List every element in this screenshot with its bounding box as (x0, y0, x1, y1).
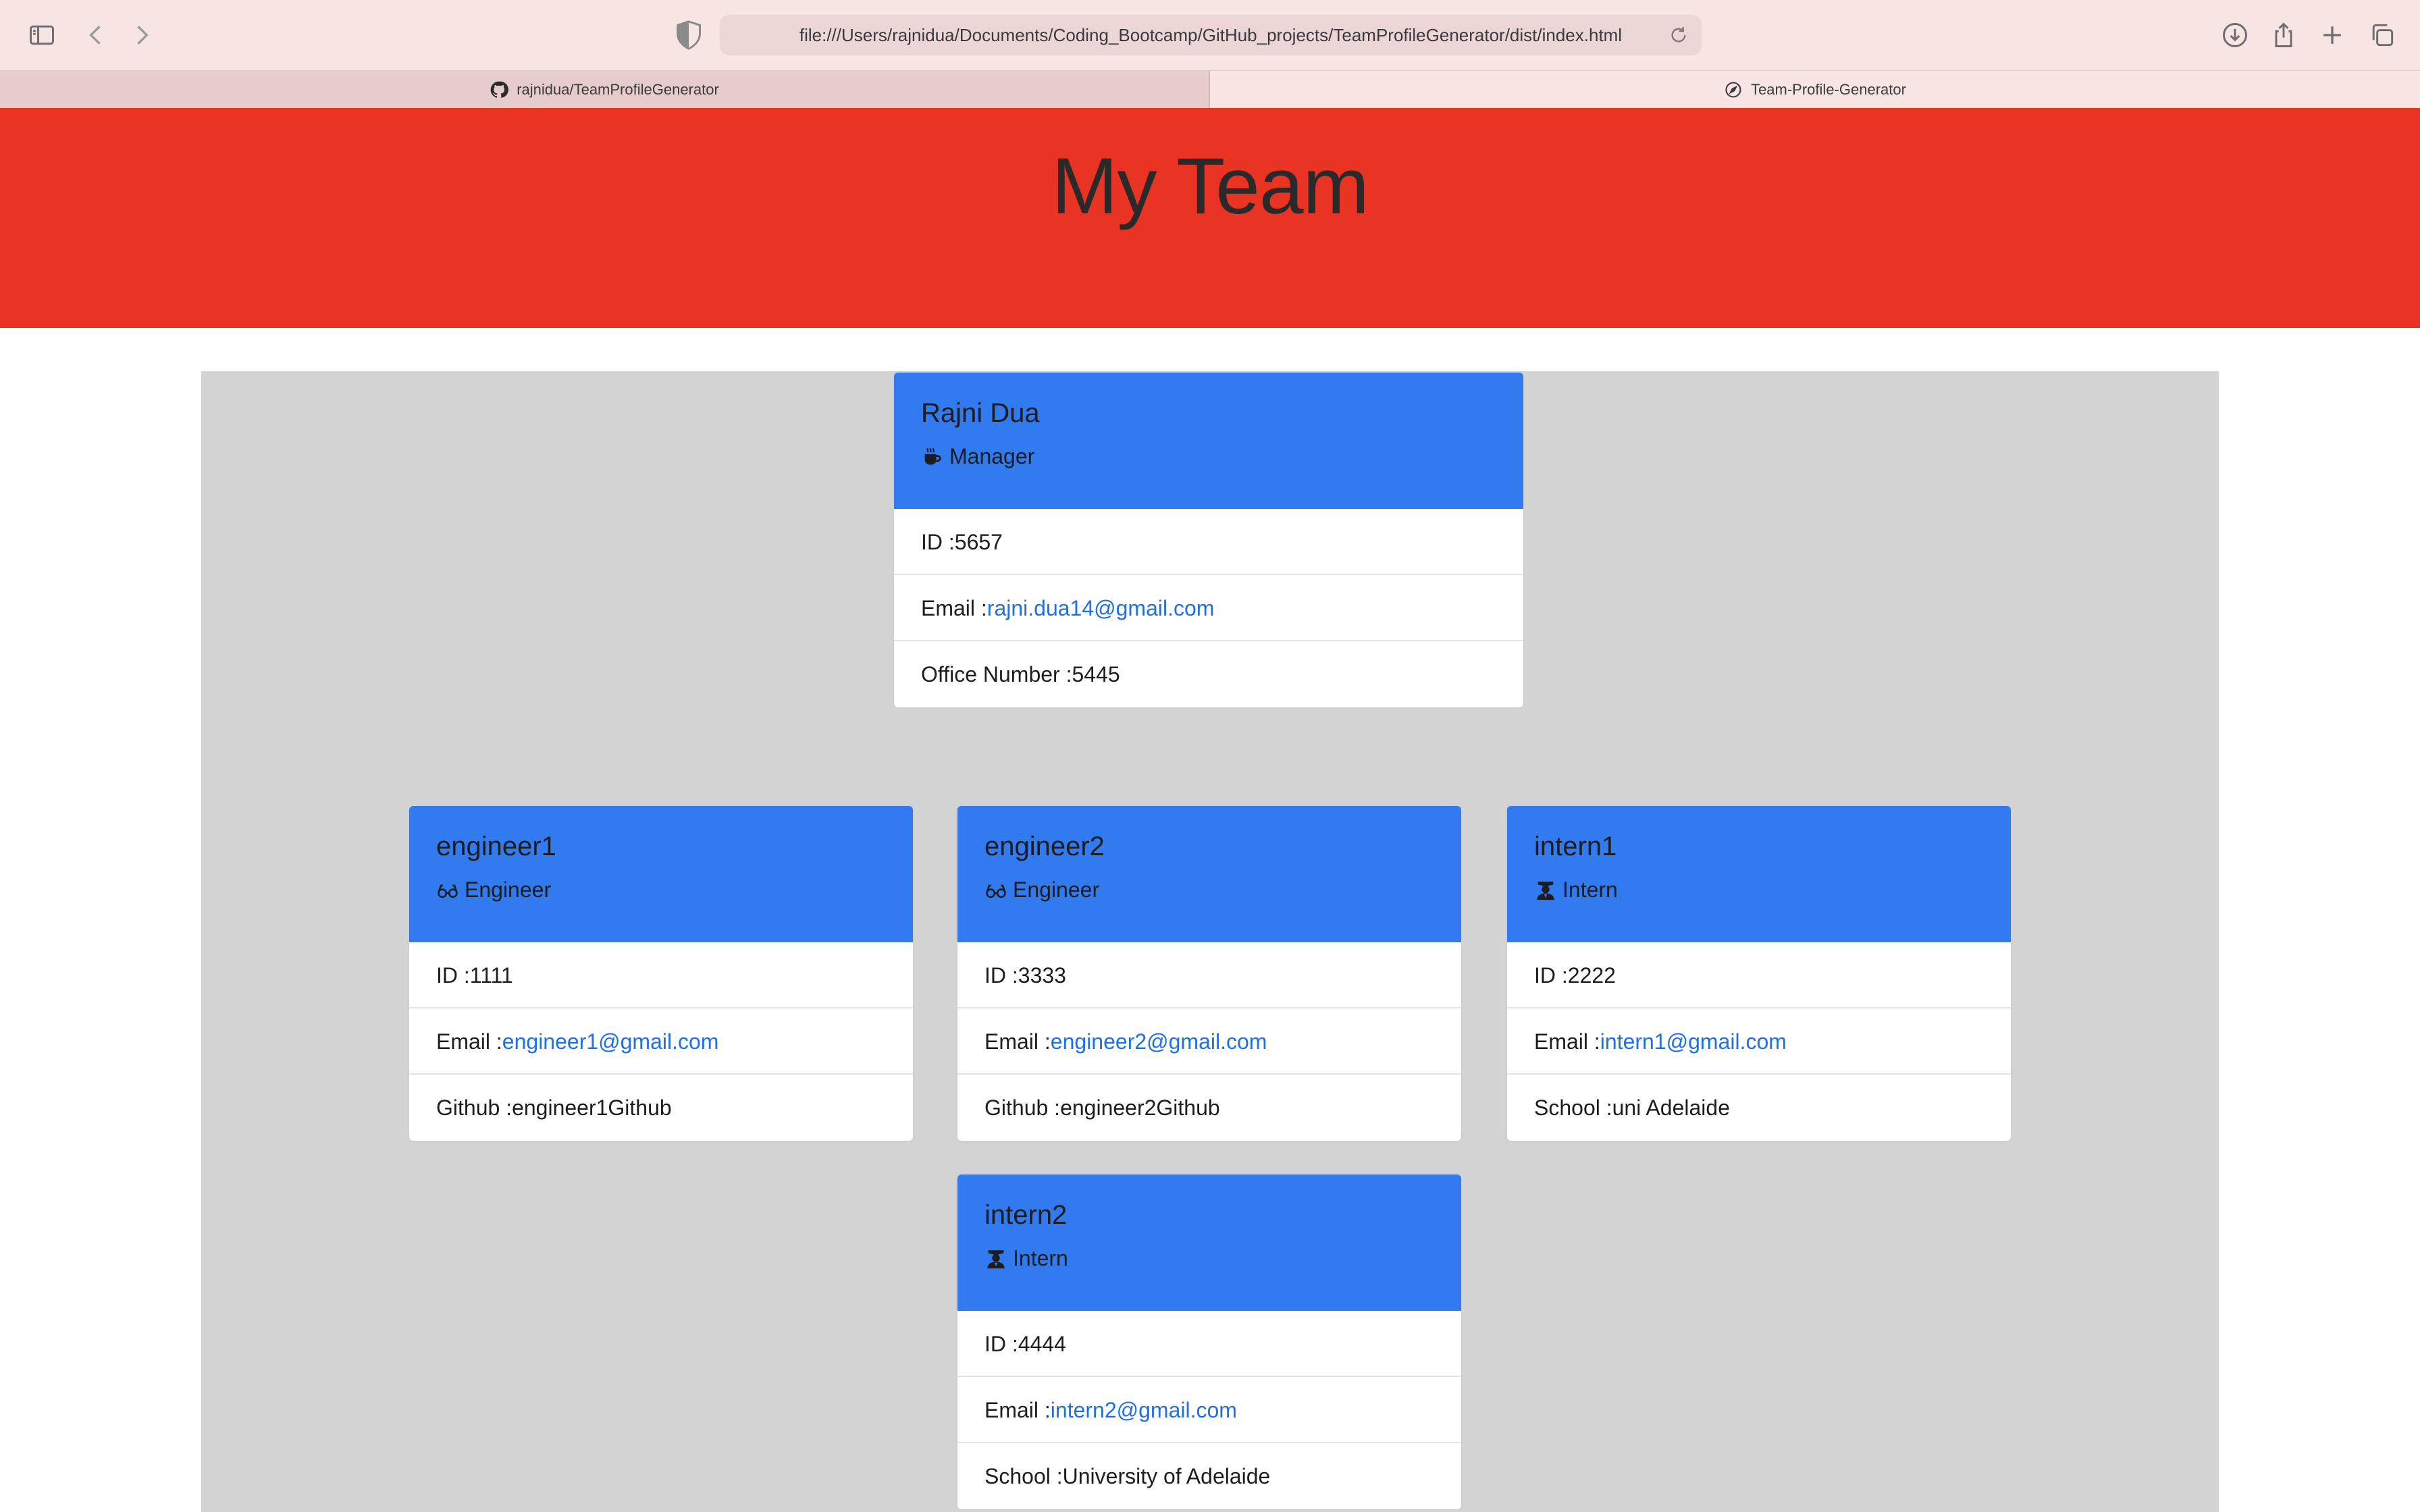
employee-role: Intern (984, 1246, 1068, 1271)
employee-name: engineer1 (436, 832, 556, 861)
intern-card: intern1 Intern ID :2222 Email :intern1@g… (1506, 805, 2012, 1142)
glasses-icon (986, 884, 1006, 898)
graduate-icon (987, 1249, 1005, 1268)
manager-card: Rajni Dua Manager ID :5657 Email :rajni.… (893, 371, 1525, 709)
employee-role: Intern (1534, 878, 1618, 902)
intern-card: intern2 Intern ID :4444 Email :intern2@g… (956, 1173, 1463, 1511)
school-row: School :uni Adelaide (1534, 1096, 1730, 1120)
reload-icon[interactable] (1668, 24, 1689, 46)
school-row: School :University of Adelaide (984, 1464, 1271, 1488)
downloads-icon[interactable] (2216, 16, 2254, 54)
team-container: Rajni Dua Manager ID :5657 Email :rajni.… (201, 371, 2219, 1512)
card-header: Rajni Dua Manager (894, 373, 1523, 509)
email-row: Email :engineer1@gmail.com (409, 1008, 913, 1075)
share-icon[interactable] (2265, 16, 2303, 54)
card-header: intern1 Intern (1507, 806, 2011, 942)
graduate-icon (1537, 881, 1554, 900)
email-link[interactable]: intern2@gmail.com (1051, 1398, 1237, 1422)
email-label: Email : (984, 1029, 1051, 1054)
employee-role: Manager (921, 444, 1034, 469)
browser-toolbar: file:///Users/rajnidua/Documents/Coding_… (0, 0, 2420, 70)
role-label: Intern (1562, 878, 1618, 902)
office-number-row: Office Number :5445 (921, 662, 1120, 686)
employee-name: Rajni Dua (921, 398, 1040, 428)
email-link[interactable]: intern1@gmail.com (1600, 1029, 1787, 1054)
new-tab-icon[interactable] (2313, 16, 2351, 54)
sidebar-toggle-icon[interactable] (23, 16, 61, 54)
engineer-card: engineer2 Engineer ID :3333 Email :engin… (956, 805, 1463, 1142)
tab-bar: rajnidua/TeamProfileGenerator Team-Profi… (0, 70, 2420, 109)
id-row: ID :5657 (894, 509, 1523, 575)
page-title: My Team (1051, 142, 1369, 231)
id-row: ID :2222 (1507, 942, 2011, 1008)
role-label: Manager (949, 444, 1035, 468)
tab-overview-icon[interactable] (2363, 16, 2401, 54)
role-label: Engineer (465, 878, 552, 902)
email-label: Email : (984, 1398, 1051, 1422)
url-text[interactable]: file:///Users/rajnidua/Documents/Coding_… (775, 15, 1646, 55)
employee-role: Engineer (984, 878, 1099, 902)
card-header: intern2 Intern (957, 1174, 1461, 1311)
id-row: ID :1111 (409, 942, 913, 1008)
forward-icon[interactable] (123, 16, 161, 54)
role-label: Intern (1013, 1246, 1068, 1270)
role-label: Engineer (1013, 878, 1100, 902)
email-row: Email :rajni.dua14@gmail.com (894, 575, 1523, 641)
github-icon (490, 81, 509, 98)
compass-icon (1725, 82, 1741, 98)
email-link[interactable]: engineer1@gmail.com (502, 1029, 719, 1054)
coffee-icon (924, 448, 941, 464)
email-label: Email : (1534, 1029, 1600, 1054)
employee-role: Engineer (436, 878, 551, 902)
email-row: Email :engineer2@gmail.com (957, 1008, 1461, 1075)
card-header: engineer2 Engineer (957, 806, 1461, 942)
engineer-card: engineer1 Engineer ID :1111 Email :engin… (408, 805, 914, 1142)
employee-name: intern2 (984, 1200, 1068, 1230)
email-link[interactable]: rajni.dua14@gmail.com (987, 596, 1215, 620)
email-label: Email : (436, 1029, 502, 1054)
id-row: ID :3333 (957, 942, 1461, 1008)
email-row: Email :intern2@gmail.com (957, 1377, 1461, 1443)
github-row: Github :engineer1Github (436, 1096, 672, 1120)
glasses-icon (438, 884, 458, 898)
tab-github-repo[interactable]: rajnidua/TeamProfileGenerator (0, 71, 1210, 109)
card-header: engineer1 Engineer (409, 806, 913, 942)
employee-name: intern1 (1534, 832, 1617, 861)
tab-label: Team-Profile-Generator (1751, 81, 1906, 98)
page-header: My Team (0, 108, 2420, 328)
address-bar[interactable]: file:///Users/rajnidua/Documents/Coding_… (720, 15, 1702, 55)
privacy-shield-icon[interactable] (674, 19, 704, 51)
email-link[interactable]: engineer2@gmail.com (1051, 1029, 1267, 1054)
back-icon[interactable] (77, 16, 115, 54)
tab-label: rajnidua/TeamProfileGenerator (517, 81, 719, 98)
tab-team-profile-generator[interactable]: Team-Profile-Generator (1210, 71, 2420, 109)
email-label: Email : (921, 596, 987, 620)
email-row: Email :intern1@gmail.com (1507, 1008, 2011, 1075)
employee-name: engineer2 (984, 832, 1105, 861)
id-row: ID :4444 (957, 1311, 1461, 1377)
github-row: Github :engineer2Github (984, 1096, 1220, 1120)
